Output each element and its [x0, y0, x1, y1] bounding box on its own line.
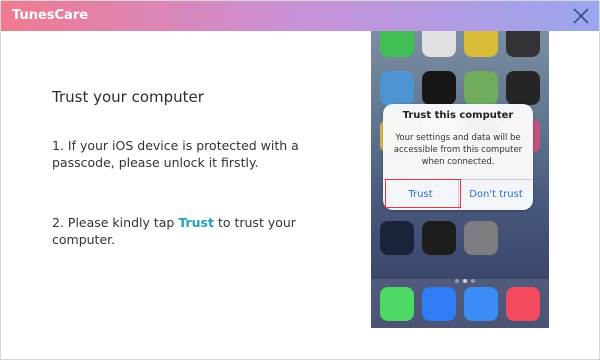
- phone-app-icon: [380, 287, 414, 321]
- instruction-step-1: 1. If your iOS device is protected with …: [52, 138, 299, 170]
- music-icon: [506, 287, 540, 321]
- tunescare-window: TunesCare Trust your computer 1. If your…: [0, 0, 600, 360]
- close-icon[interactable]: [571, 6, 591, 26]
- instruction-step-2: 2. Please kindly tap Trust to trust your…: [52, 214, 322, 248]
- dont-trust-button[interactable]: Don't trust: [459, 179, 533, 210]
- mail-icon: [422, 287, 456, 321]
- step2-prefix: 2. Please kindly tap: [52, 215, 179, 230]
- page-heading: Trust your computer: [52, 88, 204, 106]
- trust-highlight-box: [385, 179, 461, 208]
- trust-highlight: Trust: [178, 215, 214, 230]
- dialog-title: Trust this computer: [402, 110, 514, 121]
- window-title: TunesCare: [12, 8, 89, 23]
- title-bar: TunesCare: [1, 1, 599, 31]
- safari-icon: [464, 287, 498, 321]
- dialog-message: Your settings and data will be accessibl…: [393, 133, 523, 167]
